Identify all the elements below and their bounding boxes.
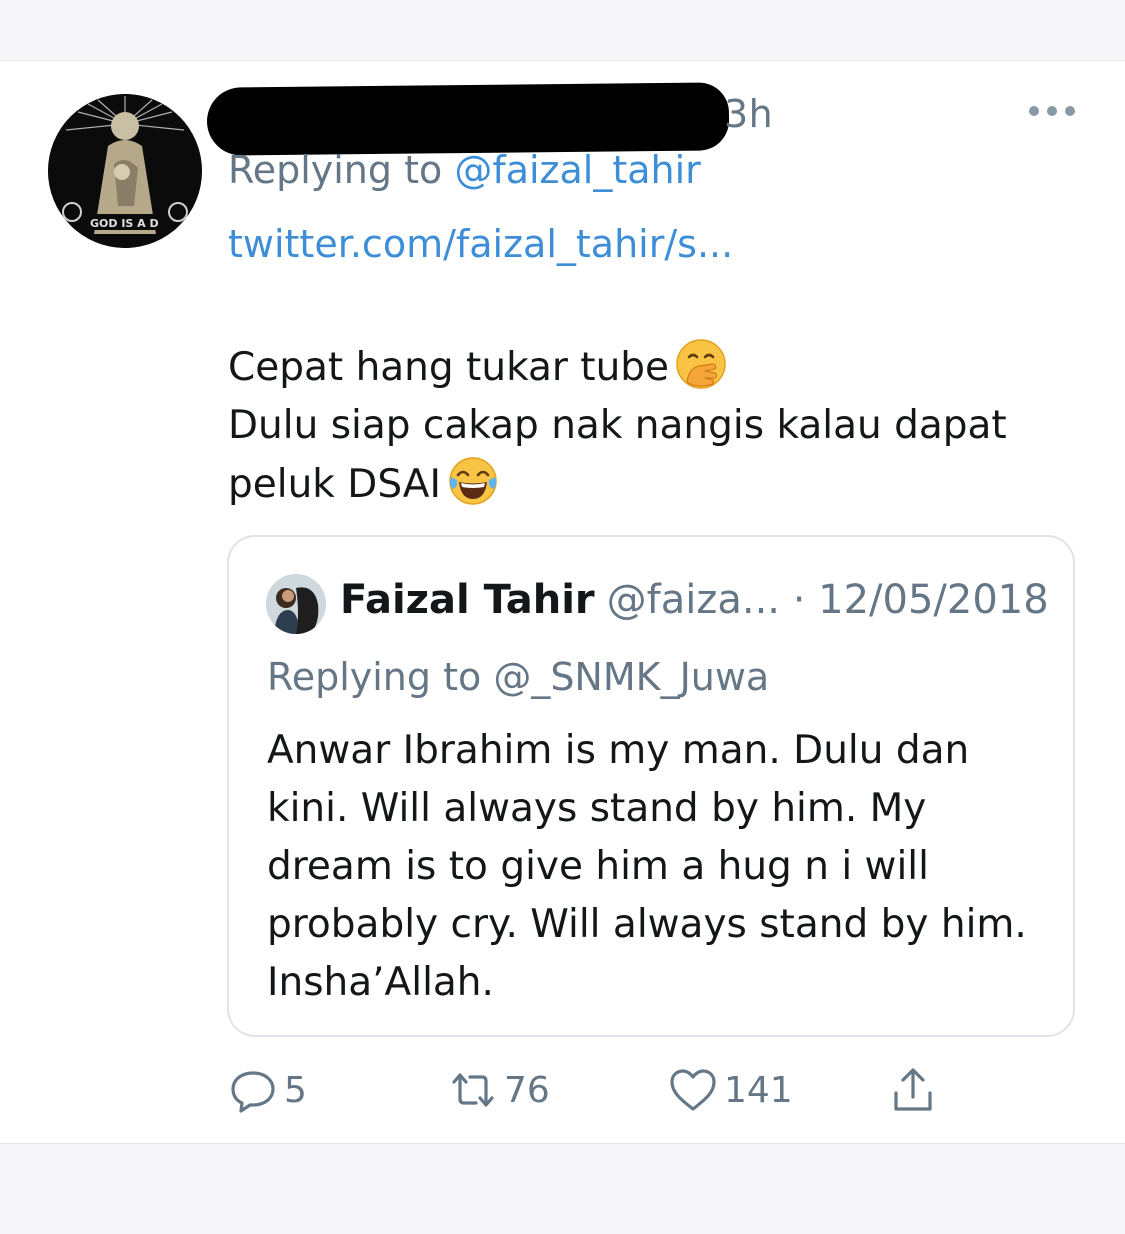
quoted-replying-to: Replying to @_SNMK_Juwa [267,655,769,699]
status-area [0,0,1125,60]
share-button[interactable] [888,1062,944,1118]
tweet-time: 3h [724,92,774,136]
like-count: 141 [724,1069,793,1111]
quoted-tweet[interactable]: Faizal Tahir @faiza... · 12/05/2018 Reply… [227,535,1075,1037]
user-avatar[interactable]: GOD IS A D [48,94,202,248]
more-options-icon[interactable] [1029,104,1075,118]
bottom-area [0,1144,1125,1234]
like-button[interactable]: 141 [668,1062,793,1118]
face-with-hand-over-mouth-icon [675,338,727,390]
tweet-line-3-text: peluk DSAI [228,462,441,507]
heart-icon [670,1069,716,1111]
tweet-line-1-text: Cepat hang tukar tube [228,345,670,390]
avatar-image: GOD IS A D [48,94,202,248]
retweet-icon [452,1073,494,1107]
quoted-header: Faizal Tahir @faiza... · 12/05/2018 [340,577,1049,623]
replying-to: Replying to @faizal_tahir [228,148,701,192]
retweet-button[interactable]: 76 [448,1062,550,1118]
face-with-tears-of-joy-icon [447,455,499,507]
reply-icon [231,1071,275,1113]
reply-button[interactable]: 5 [228,1062,307,1118]
redacted-username [206,82,730,156]
quoted-replying-prefix: Replying to [267,655,494,699]
reply-count: 5 [284,1069,307,1111]
quoted-replying-handle: @_SNMK_Juwa [493,655,770,699]
tweet-line-1: Cepat hang tukar tube [228,338,1088,397]
action-bar: 5 76 141 [228,1062,968,1122]
tweet-line-2: Dulu siap cakap nak nangis kalau dapat [228,403,1007,448]
tweet-link[interactable]: twitter.com/faizal_tahir/s... [228,222,733,266]
replying-handle-link[interactable]: @faizal_tahir [454,148,700,192]
quoted-text: Anwar Ibrahim is my man. Dulu dan kini. … [267,728,1027,1005]
quoted-handle: @faiza... [606,577,780,623]
tweet-text: Cepat hang tukar tube Dulu siap cakap na… [228,338,1088,514]
quoted-avatar [266,574,326,634]
replying-prefix: Replying to [228,148,455,192]
quoted-author-name: Faizal Tahir [340,577,595,623]
share-icon [894,1068,932,1111]
tweet-line-3: peluk DSAI [228,455,1088,514]
quoted-date: · 12/05/2018 [792,577,1049,623]
svg-text:GOD IS A D: GOD IS A D [90,217,159,230]
retweet-count: 76 [504,1069,550,1111]
